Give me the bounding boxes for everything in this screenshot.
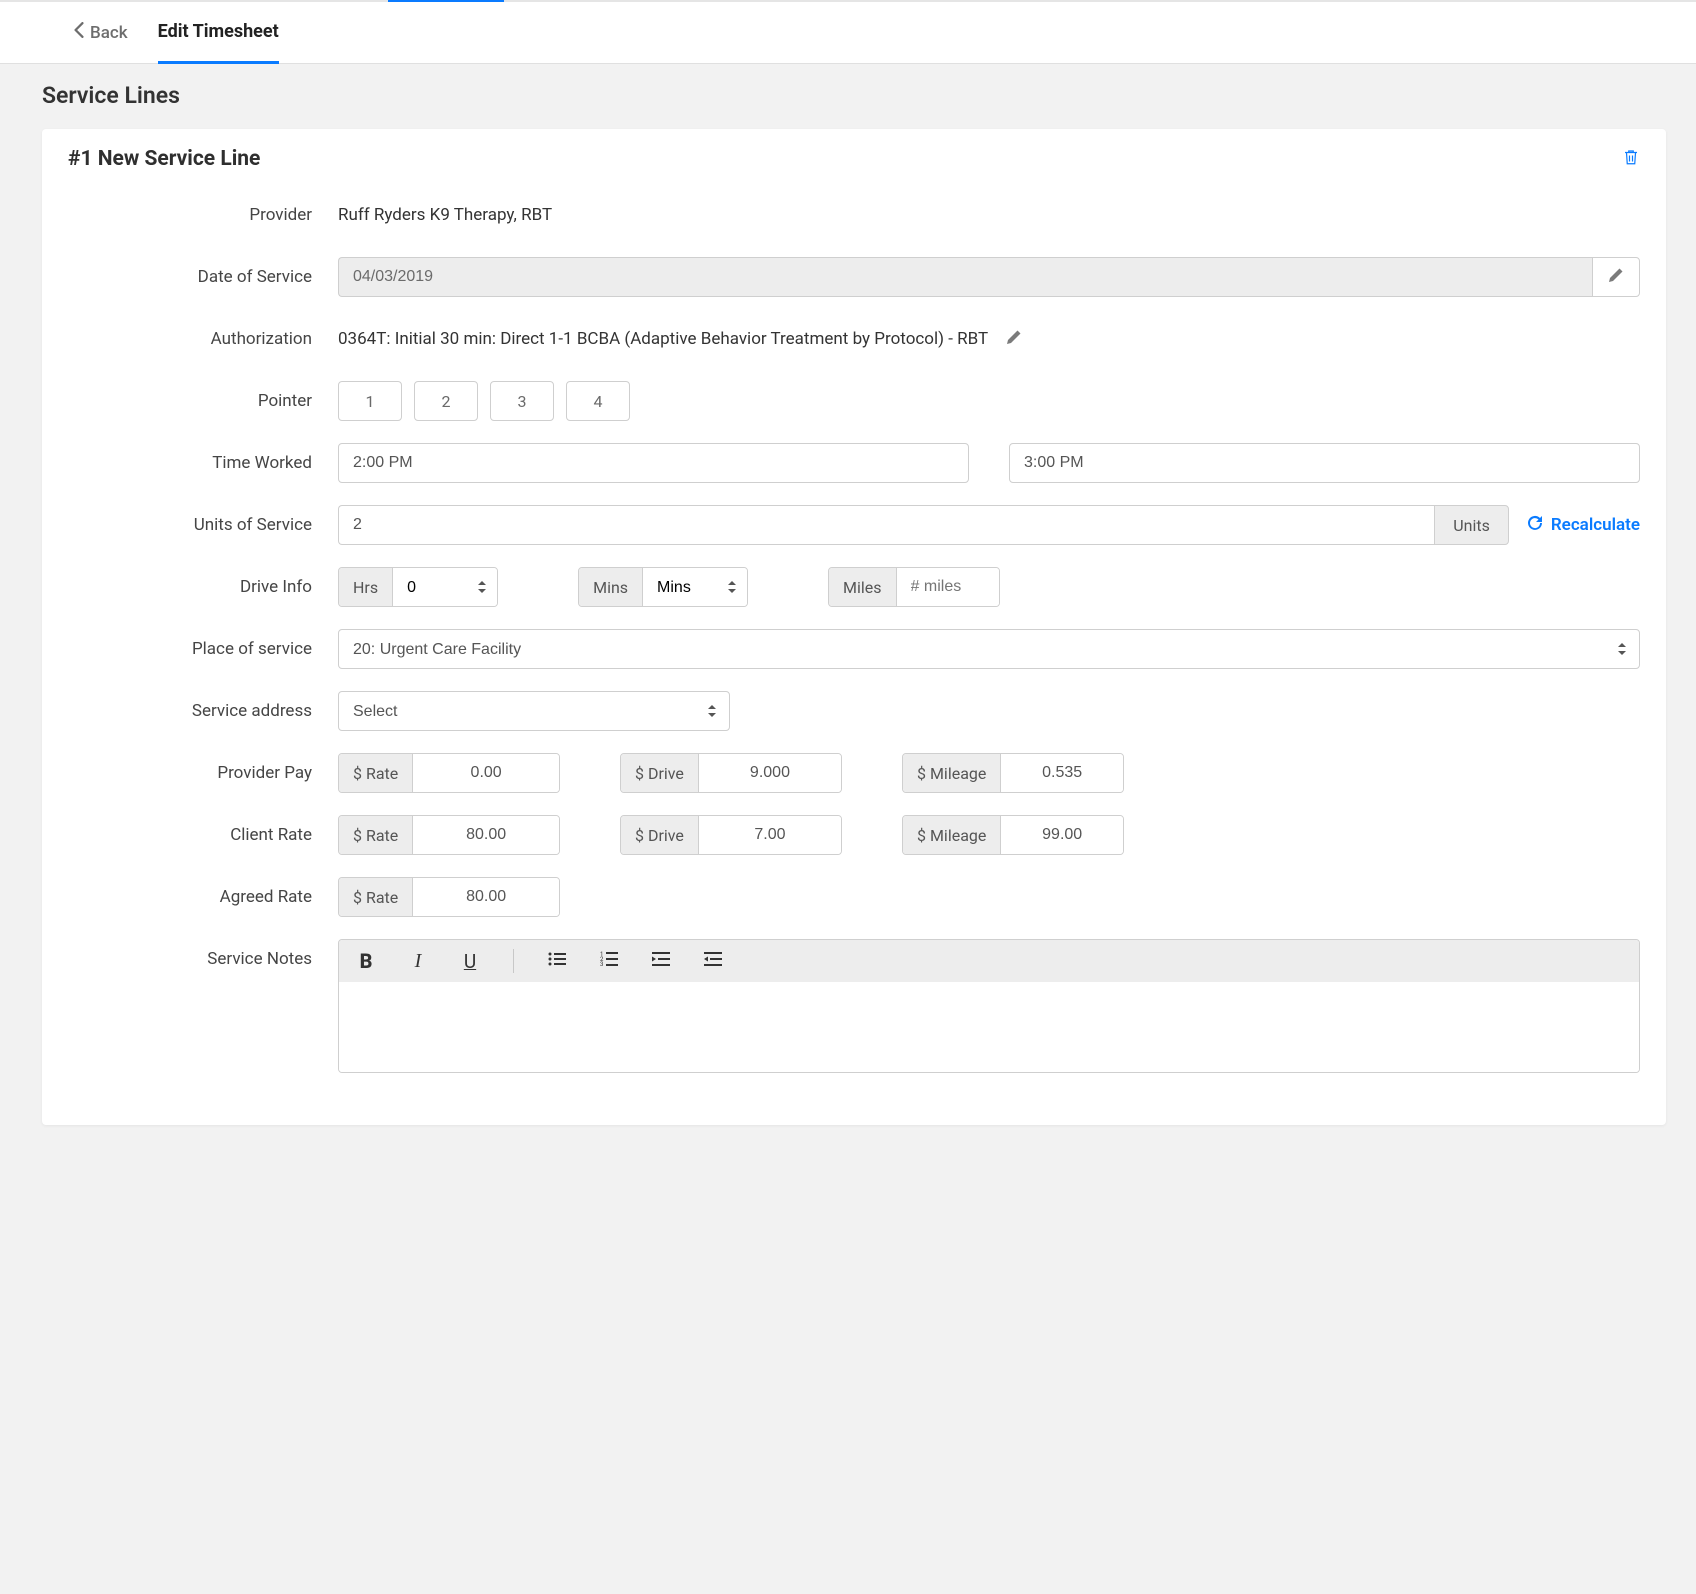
chevron-left-icon [74,22,84,43]
date-of-service-label: Date of Service [68,267,338,287]
place-of-service-select[interactable]: 20: Urgent Care Facility [338,629,1640,669]
miles-addon: Miles [829,568,897,606]
rate-addon: $ Rate [339,816,413,854]
bullet-list-icon [548,950,566,973]
authorization-label: Authorization [68,329,338,349]
drive-addon: $ Drive [621,816,699,854]
drive-mins-group: Mins Mins [578,567,748,607]
outdent-button[interactable] [648,948,674,974]
numbered-list-button[interactable]: 123 [596,948,622,974]
provider-pay-mileage-group: $ Mileage [902,753,1124,793]
underline-icon: U [464,950,476,973]
agreed-rate-label: Agreed Rate [68,887,338,907]
delete-service-line-button[interactable] [1622,147,1640,171]
trash-icon [1622,152,1640,171]
units-suffix: Units [1434,505,1509,545]
client-rate-label: Client Rate [68,825,338,845]
bold-icon: B [360,949,373,973]
italic-icon: I [415,950,422,973]
outdent-icon [652,950,670,973]
pointer-2[interactable]: 2 [414,381,478,421]
pencil-icon [1608,267,1624,287]
edit-authorization-button[interactable] [1006,329,1022,349]
mileage-addon: $ Mileage [903,754,1001,792]
provider-pay-label: Provider Pay [68,763,338,783]
recalculate-button[interactable]: Recalculate [1527,515,1640,536]
drive-miles-input[interactable] [897,568,999,606]
client-rate-rate-group: $ Rate [338,815,560,855]
units-label: Units of Service [68,515,338,535]
pointer-label: Pointer [68,391,338,411]
provider-label: Provider [68,205,338,225]
svg-text:3: 3 [600,961,603,968]
drive-hrs-select[interactable]: 0 [393,568,497,606]
authorization-value: 0364T: Initial 30 min: Direct 1-1 BCBA (… [338,329,988,349]
bold-button[interactable]: B [353,948,379,974]
provider-value: Ruff Ryders K9 Therapy, RBT [338,205,552,225]
numbered-list-icon: 123 [600,950,618,973]
client-rate-drive-input[interactable] [699,816,841,854]
service-line-card: #1 New Service Line Provider Ruff Ryders… [42,129,1666,1125]
drive-info-label: Drive Info [68,577,338,597]
provider-pay-drive-group: $ Drive [620,753,842,793]
back-label: Back [90,23,128,43]
service-address-select[interactable]: Select [338,691,730,731]
toolbar-separator [513,949,514,973]
time-worked-label: Time Worked [68,453,338,473]
client-rate-mileage-input[interactable] [1001,816,1123,854]
client-rate-mileage-group: $ Mileage [902,815,1124,855]
recalculate-label: Recalculate [1551,515,1640,535]
edit-date-button[interactable] [1592,257,1640,297]
rate-addon: $ Rate [339,878,413,916]
drive-miles-group: Miles [828,567,1000,607]
mins-addon: Mins [579,568,643,606]
time-end-input[interactable] [1009,443,1640,483]
card-title: #1 New Service Line [68,147,260,171]
mileage-addon: $ Mileage [903,816,1001,854]
agreed-rate-group: $ Rate [338,877,560,917]
pointer-4[interactable]: 4 [566,381,630,421]
time-start-input[interactable] [338,443,969,483]
editor-toolbar: B I U 123 [339,940,1639,982]
agreed-rate-input[interactable] [413,878,559,916]
rate-addon: $ Rate [339,754,413,792]
refresh-icon [1527,515,1543,536]
pencil-icon [1006,330,1022,349]
indent-button[interactable] [700,948,726,974]
service-address-label: Service address [68,701,338,721]
page-title: Service Lines [42,82,1666,109]
client-rate-rate-input[interactable] [413,816,559,854]
bullet-list-button[interactable] [544,948,570,974]
hrs-addon: Hrs [339,568,393,606]
pointer-3[interactable]: 3 [490,381,554,421]
service-notes-textarea[interactable] [339,982,1639,1072]
page-header: Back Edit Timesheet [0,2,1696,64]
indent-icon [704,950,722,973]
tab-edit-timesheet[interactable]: Edit Timesheet [158,2,279,64]
provider-pay-rate-group: $ Rate [338,753,560,793]
service-notes-editor: B I U 123 [338,939,1640,1073]
drive-hrs-group: Hrs 0 [338,567,498,607]
service-notes-label: Service Notes [68,939,338,969]
units-input[interactable] [338,505,1434,545]
client-rate-drive-group: $ Drive [620,815,842,855]
pointer-1[interactable]: 1 [338,381,402,421]
back-button[interactable]: Back [30,22,128,43]
italic-button[interactable]: I [405,948,431,974]
provider-pay-rate-input[interactable] [413,754,559,792]
provider-pay-mileage-input[interactable] [1001,754,1123,792]
place-of-service-label: Place of service [68,639,338,659]
drive-mins-select[interactable]: Mins [643,568,747,606]
date-of-service-input [338,257,1592,297]
drive-addon: $ Drive [621,754,699,792]
provider-pay-drive-input[interactable] [699,754,841,792]
underline-button[interactable]: U [457,948,483,974]
